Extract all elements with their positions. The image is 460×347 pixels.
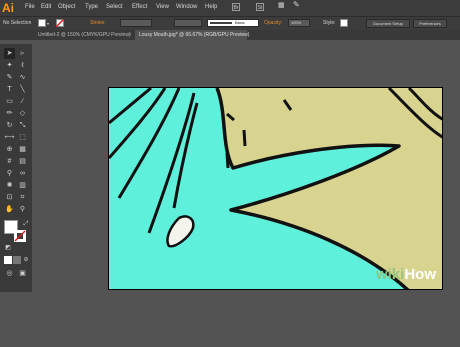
stroke-label[interactable]: Stroke: — [90, 20, 106, 27]
lousy-mouth-artwork — [109, 88, 442, 289]
default-colors-icon[interactable]: ◩ — [4, 244, 12, 252]
close-icon[interactable]: × — [241, 30, 244, 40]
tab-untitled-2[interactable]: Untitled-2 @ 150% (CMYK/GPU Preview) × — [34, 30, 134, 40]
selection-tool-icon[interactable]: ➤ — [4, 48, 15, 59]
gradient-mode-button[interactable] — [13, 256, 21, 264]
document-setup-button[interactable]: Document Setup — [366, 19, 410, 28]
artboard-tool-icon[interactable]: ⊡ — [4, 192, 15, 203]
paintbrush-tool-icon[interactable]: ∕ — [17, 96, 28, 107]
swap-colors-icon[interactable]: ⤢ — [22, 220, 30, 228]
column-graph-tool-icon[interactable]: ▥ — [17, 180, 28, 191]
perspective-grid-tool-icon[interactable]: ▦ — [17, 144, 28, 155]
none-mode-button[interactable]: ⊘ — [22, 256, 30, 264]
menu-effect[interactable]: Effect — [132, 3, 147, 11]
lasso-tool-icon[interactable]: ℓ — [17, 60, 28, 71]
shape-builder-tool-icon[interactable]: ⊕ — [4, 144, 15, 155]
tools-panel: ◩ ⤢ ⊘ ◎ ▣ ➤ ▹ ✦ ℓ ✎ ∿ T ╲ ▭ ∕ ✏ ◇ ↻ ⤡ ⟷ ⬚ ⊕ ▦ # ▤ ⚲ ∞ ✺ ▥ ⊡ ⌗ ✋ ⚲ — [0, 44, 32, 292]
pencil-tool-icon[interactable]: ✏ — [4, 108, 15, 119]
variable-width-profile[interactable] — [174, 19, 202, 27]
stroke-weight-field[interactable] — [120, 19, 152, 27]
arrange-documents-icon[interactable]: ▦ — [278, 2, 285, 10]
opacity-field[interactable]: 100% — [288, 19, 310, 27]
menu-type[interactable]: Type — [85, 3, 98, 11]
magic-wand-tool-icon[interactable]: ✦ — [4, 60, 15, 71]
brush-preset-label: Basic — [235, 20, 245, 25]
line-segment-tool-icon[interactable]: ╲ — [17, 84, 28, 95]
zoom-tool-icon[interactable]: ⚲ — [17, 204, 28, 215]
screen-mode-icon[interactable]: ▣ — [17, 268, 28, 279]
curvature-tool-icon[interactable]: ∿ — [17, 72, 28, 83]
control-bar: No Selection ▾ Stroke: Basic Opacity: 10… — [0, 16, 460, 30]
wikihow-watermark: wikiHow — [375, 266, 436, 283]
pen-tool-icon[interactable]: ✎ — [4, 72, 15, 83]
fill-dropdown-icon[interactable]: ▾ — [47, 20, 49, 27]
document-tab-bar: Untitled-2 @ 150% (CMYK/GPU Preview) × L… — [0, 30, 460, 40]
close-icon[interactable]: × — [128, 30, 131, 40]
direct-selection-tool-icon[interactable]: ▹ — [17, 48, 28, 59]
menu-bar: Ai File Edit Object Type Select Effect V… — [0, 0, 460, 16]
preferences-button[interactable]: Preferences — [413, 19, 447, 28]
illustrator-logo: Ai — [2, 1, 14, 15]
brush-stroke-preview — [210, 22, 232, 24]
scale-tool-icon[interactable]: ⤡ — [17, 120, 28, 131]
tab-label: Lousy Mouth.jpg* @ 66.67% (RGB/GPU Previ… — [139, 32, 250, 38]
symbol-sprayer-tool-icon[interactable]: ✺ — [4, 180, 15, 191]
hand-tool-icon[interactable]: ✋ — [4, 204, 15, 215]
eyedropper-tool-icon[interactable]: ⚲ — [4, 168, 15, 179]
eraser-tool-icon[interactable]: ◇ — [17, 108, 28, 119]
menu-view[interactable]: View — [156, 3, 169, 11]
none-stroke-icon — [14, 230, 26, 242]
brush-definition-field[interactable]: Basic — [207, 19, 259, 27]
fill-swatch[interactable] — [38, 19, 46, 27]
menu-window[interactable]: Window — [176, 3, 197, 11]
style-label: Style: — [323, 20, 336, 26]
selection-status: No Selection — [3, 20, 32, 26]
gradient-tool-icon[interactable]: ▤ — [17, 156, 28, 167]
rotate-tool-icon[interactable]: ↻ — [4, 120, 15, 131]
artboard[interactable]: wikiHow — [108, 87, 443, 290]
menu-select[interactable]: Select — [106, 3, 123, 11]
bridge-button[interactable]: Br — [232, 3, 240, 11]
tab-label: Untitled-2 @ 150% (CMYK/GPU Preview) — [38, 32, 131, 38]
width-tool-icon[interactable]: ⟷ — [4, 132, 15, 143]
stock-button[interactable]: St — [256, 3, 264, 11]
menu-help[interactable]: Help — [205, 3, 217, 11]
drawing-mode-icon[interactable]: ◎ — [4, 268, 15, 279]
tab-lousy-mouth[interactable]: Lousy Mouth.jpg* @ 66.67% (RGB/GPU Previ… — [135, 30, 250, 40]
slice-tool-icon[interactable]: ⌗ — [17, 192, 28, 203]
menu-edit[interactable]: Edit — [41, 3, 51, 11]
gpu-performance-icon[interactable]: ✎ — [293, 1, 300, 9]
type-tool-icon[interactable]: T — [4, 84, 15, 95]
mesh-tool-icon[interactable]: # — [4, 156, 15, 167]
graphic-style-swatch[interactable] — [340, 19, 348, 27]
color-mode-button[interactable] — [4, 256, 12, 264]
none-stroke-icon — [56, 19, 64, 27]
blend-tool-icon[interactable]: ∞ — [17, 168, 28, 179]
menu-object[interactable]: Object — [58, 3, 75, 11]
stroke-swatch[interactable] — [56, 19, 64, 27]
opacity-label[interactable]: Opacity: — [264, 20, 282, 27]
free-transform-tool-icon[interactable]: ⬚ — [17, 132, 28, 143]
menu-file[interactable]: File — [25, 3, 35, 11]
rectangle-tool-icon[interactable]: ▭ — [4, 96, 15, 107]
